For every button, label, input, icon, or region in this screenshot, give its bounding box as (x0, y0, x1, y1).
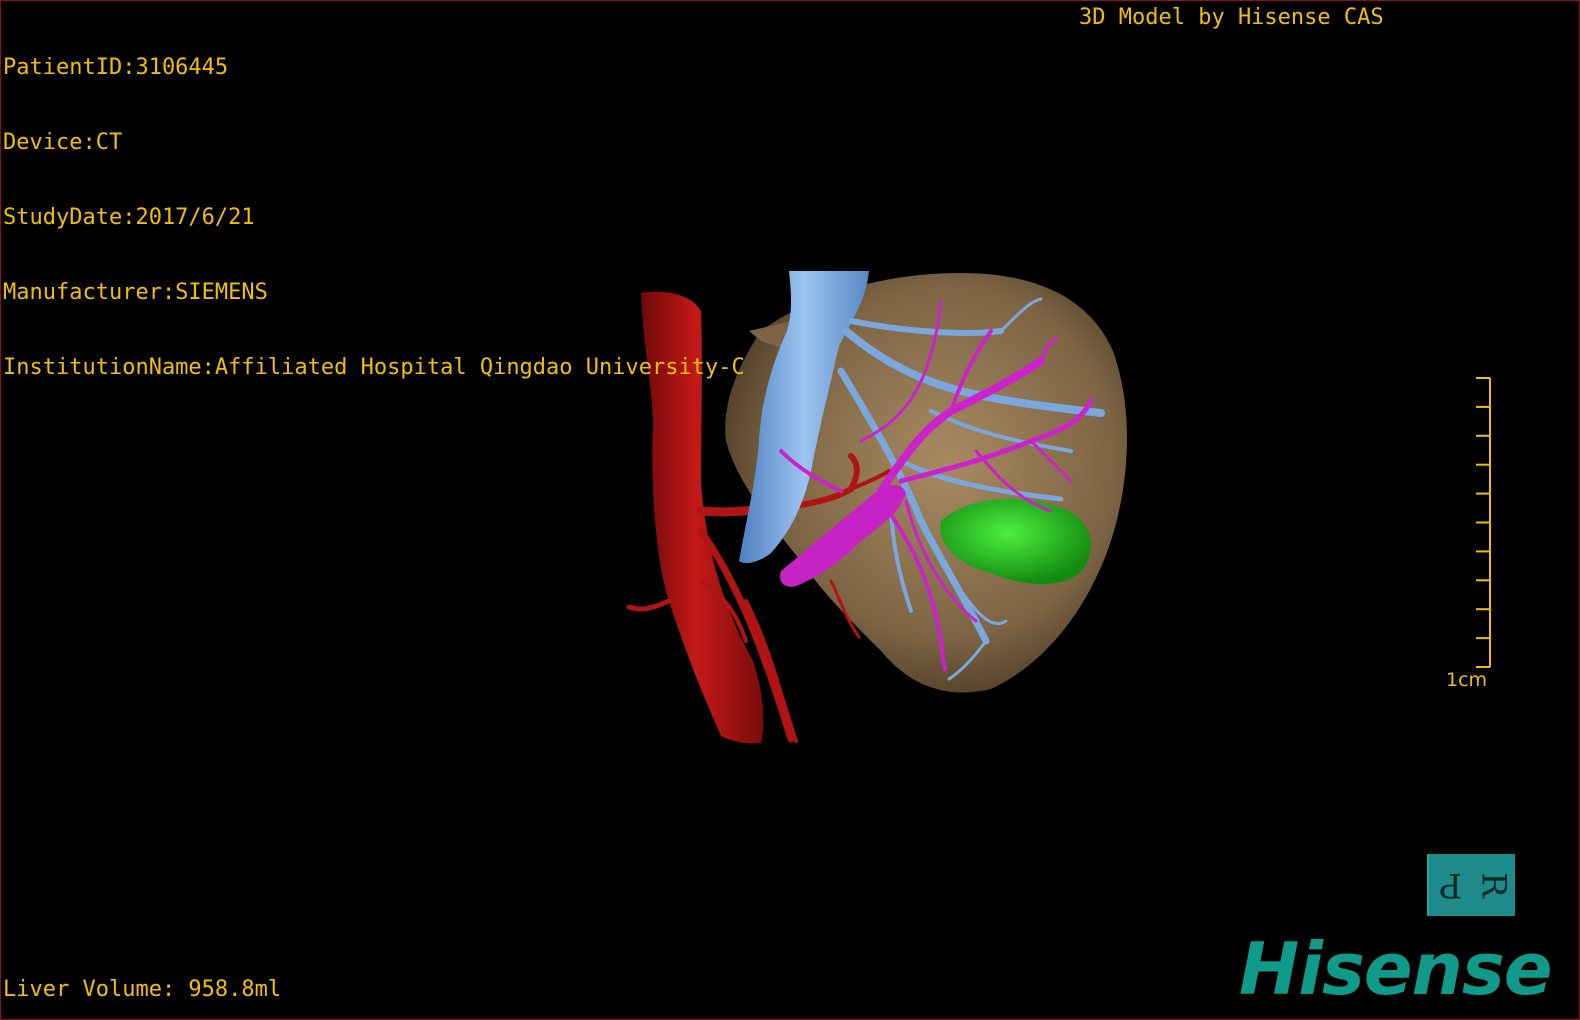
hisense-logo: Hisense (1239, 927, 1553, 1011)
manufacturer-text: Manufacturer:SIEMENS (3, 280, 268, 305)
model-credit-text: 3D Model by Hisense CAS (1079, 5, 1384, 30)
device-text: Device:CT (3, 130, 123, 155)
dicom-info-overlay: PatientID:3106445 Device:CT StudyDate:20… (3, 5, 745, 430)
orientation-cube[interactable]: P R (1427, 854, 1515, 916)
3d-viewer-viewport[interactable]: PatientID:3106445 Device:CT StudyDate:20… (0, 0, 1580, 1020)
study-date-text: StudyDate:2017/6/21 (3, 205, 255, 230)
institution-text: InstitutionName:Affiliated Hospital Qing… (3, 355, 745, 380)
liver-volume-text: Liver Volume: 958.8ml (3, 977, 282, 1002)
scale-ruler (1476, 377, 1491, 668)
patient-id-text: PatientID:3106445 (3, 55, 229, 80)
scale-label: 1cm (1446, 669, 1488, 691)
orientation-right-label: R (1473, 872, 1514, 898)
